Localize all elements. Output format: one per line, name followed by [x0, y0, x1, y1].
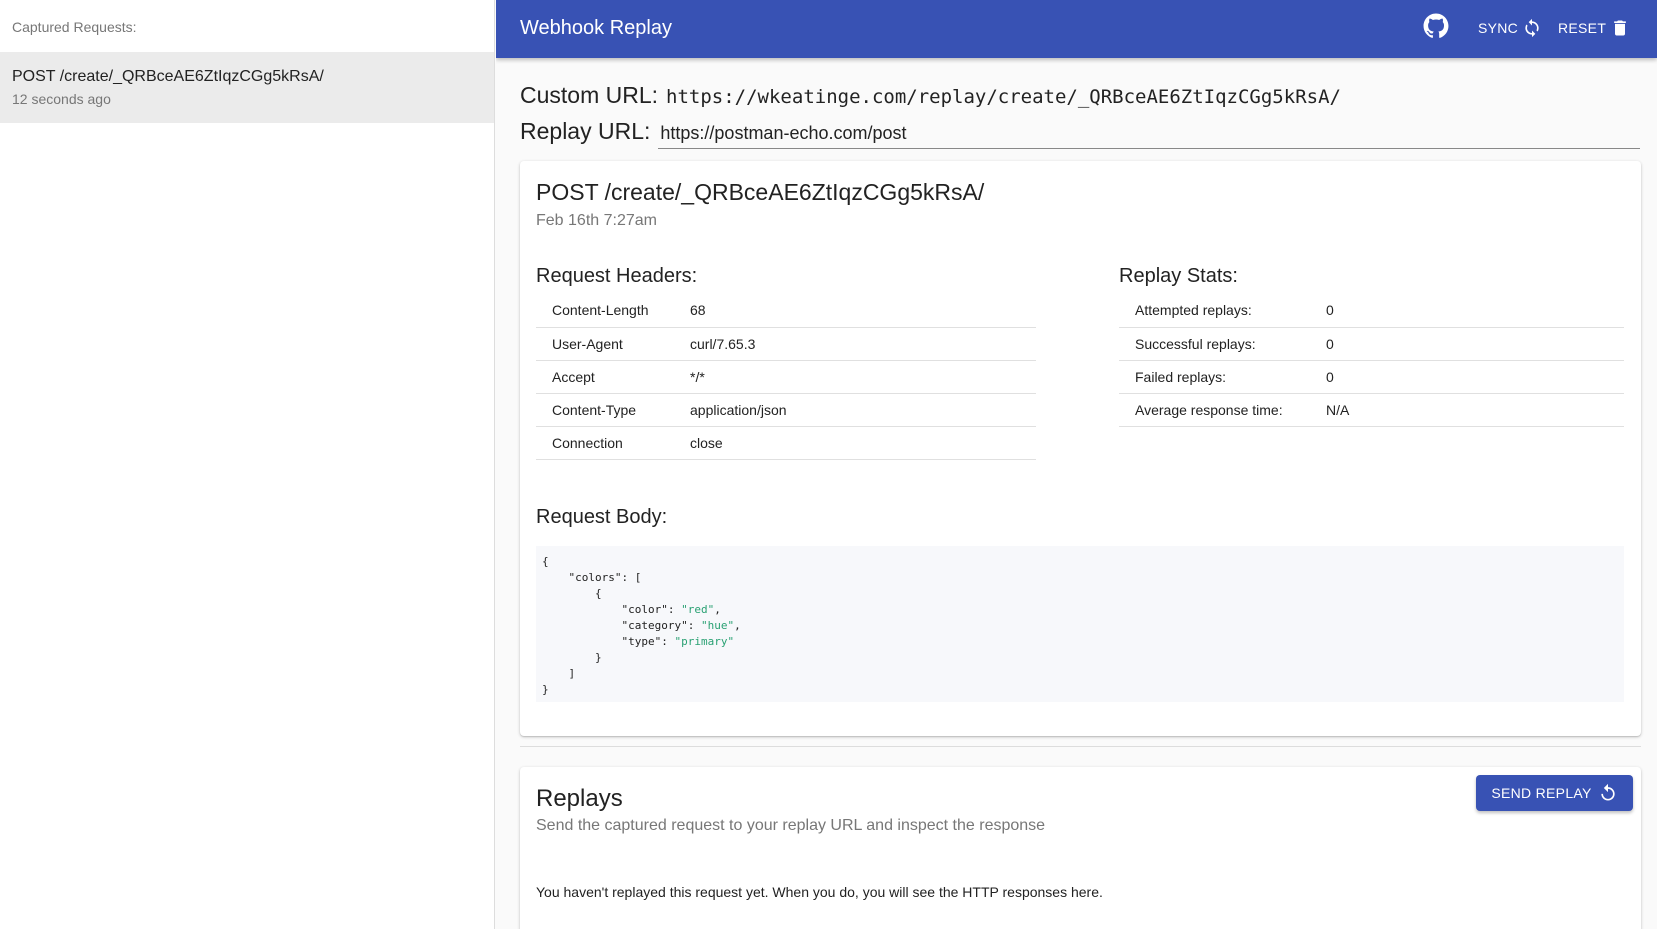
sync-button[interactable]: SYNC	[1478, 18, 1542, 38]
table-row: Content-Length 68	[536, 294, 1036, 328]
stat-name: Average response time:	[1119, 393, 1310, 427]
table-row: Accept */*	[536, 360, 1036, 394]
stat-value: 0	[1310, 360, 1624, 394]
main-panel: Webhook Replay SYNC RESET Custom URL: ht…	[496, 0, 1657, 929]
stat-name: Failed replays:	[1119, 360, 1310, 394]
reset-label: RESET	[1558, 20, 1607, 36]
code-line: {	[542, 555, 549, 568]
replay-url-row: Replay URL:	[520, 118, 1640, 154]
reset-button[interactable]: RESET	[1558, 18, 1630, 38]
header-value: close	[674, 426, 1036, 460]
app-title: Webhook Replay	[520, 17, 672, 39]
sync-label: SYNC	[1478, 20, 1519, 36]
section-divider	[520, 746, 1641, 747]
code-line: }	[594, 651, 602, 664]
code-key: "type"	[621, 635, 662, 648]
code-key: "color"	[621, 603, 668, 616]
captured-request-time: 12 seconds ago	[12, 91, 111, 107]
replay-icon	[1600, 783, 1615, 801]
table-row: Failed replays: 0	[1119, 360, 1624, 394]
code-string: "primary"	[674, 635, 735, 648]
request-card: POST /create/_QRBceAE6ZtIqzCGg5kRsA/ Feb…	[520, 161, 1641, 736]
table-row: Successful replays: 0	[1119, 327, 1624, 361]
request-headers-title: Request Headers:	[536, 265, 698, 287]
table-row: Connection close	[536, 426, 1036, 460]
code-line: ]	[568, 667, 576, 680]
table-row: Average response time: N/A	[1119, 393, 1624, 427]
request-title: POST /create/_QRBceAE6ZtIqzCGg5kRsA/	[536, 179, 985, 205]
table-row: Attempted replays: 0	[1119, 294, 1624, 328]
stat-name: Attempted replays:	[1119, 294, 1310, 328]
code-punct: : [	[621, 571, 642, 584]
header-name: Content-Length	[536, 294, 674, 328]
replays-subtitle: Send the captured request to your replay…	[536, 817, 1046, 834]
code-line: {	[594, 587, 602, 600]
header-value: curl/7.65.3	[674, 327, 1036, 361]
replays-card: Replays Send the captured request to you…	[520, 767, 1641, 929]
replay-stats-title: Replay Stats:	[1119, 265, 1238, 287]
send-replay-label: SEND REPLAY	[1491, 785, 1592, 801]
code-string: "red"	[681, 603, 715, 616]
header-name: User-Agent	[536, 327, 674, 361]
sidebar-header: Captured Requests:	[12, 19, 137, 35]
code-line: }	[542, 683, 549, 696]
header-name: Content-Type	[536, 393, 674, 427]
stat-value: 0	[1310, 294, 1624, 328]
custom-url-value: https://wkeatinge.com/replay/create/_QRB…	[666, 86, 1341, 108]
header-value: application/json	[674, 393, 1036, 427]
stat-value: N/A	[1310, 393, 1624, 427]
trash-icon	[1614, 20, 1627, 36]
code-key: "colors"	[568, 571, 622, 584]
replays-title: Replays	[536, 785, 623, 812]
request-headers-table: Content-Length 68 User-Agent curl/7.65.3 A…	[536, 294, 1036, 460]
url-section: Custom URL: https://wkeatinge.com/replay…	[520, 82, 1640, 154]
table-row: Content-Type application/json	[536, 393, 1036, 427]
stat-value: 0	[1310, 327, 1624, 361]
header-value: */*	[674, 360, 1036, 394]
request-body-code: { "colors": [ { "color": "red", "categor…	[536, 546, 1624, 702]
code-string: "hue"	[700, 619, 735, 632]
captured-request-path: POST /create/_QRBceAE6ZtIqzCGg5kRsA/	[12, 68, 324, 85]
replay-url-input[interactable]	[658, 119, 1640, 149]
sync-icon	[1525, 18, 1539, 38]
replay-stats-table: Attempted replays: 0 Successful replays: 0…	[1119, 294, 1624, 427]
stat-name: Successful replays:	[1119, 327, 1310, 361]
code-key: "category"	[621, 619, 688, 632]
sidebar: Captured Requests: POST /create/_QRBceAE…	[0, 0, 495, 929]
captured-request-item[interactable]: POST /create/_QRBceAE6ZtIqzCGg5kRsA/ 12 …	[0, 52, 494, 123]
header-name: Accept	[536, 360, 674, 394]
request-date: Feb 16th 7:27am	[536, 212, 657, 229]
send-replay-button[interactable]: SEND REPLAY	[1476, 775, 1633, 811]
app-bar: Webhook Replay SYNC RESET	[496, 0, 1657, 58]
replay-url-label: Replay URL:	[520, 118, 651, 144]
custom-url-row: Custom URL: https://wkeatinge.com/replay…	[520, 82, 1640, 118]
replays-empty-message: You haven't replayed this request yet. W…	[536, 884, 1103, 900]
header-name: Connection	[536, 426, 674, 460]
header-value: 68	[674, 294, 1036, 328]
custom-url-label: Custom URL:	[520, 82, 659, 108]
request-body-title: Request Body:	[536, 506, 668, 528]
github-icon[interactable]	[1423, 13, 1449, 39]
table-row: User-Agent curl/7.65.3	[536, 327, 1036, 361]
